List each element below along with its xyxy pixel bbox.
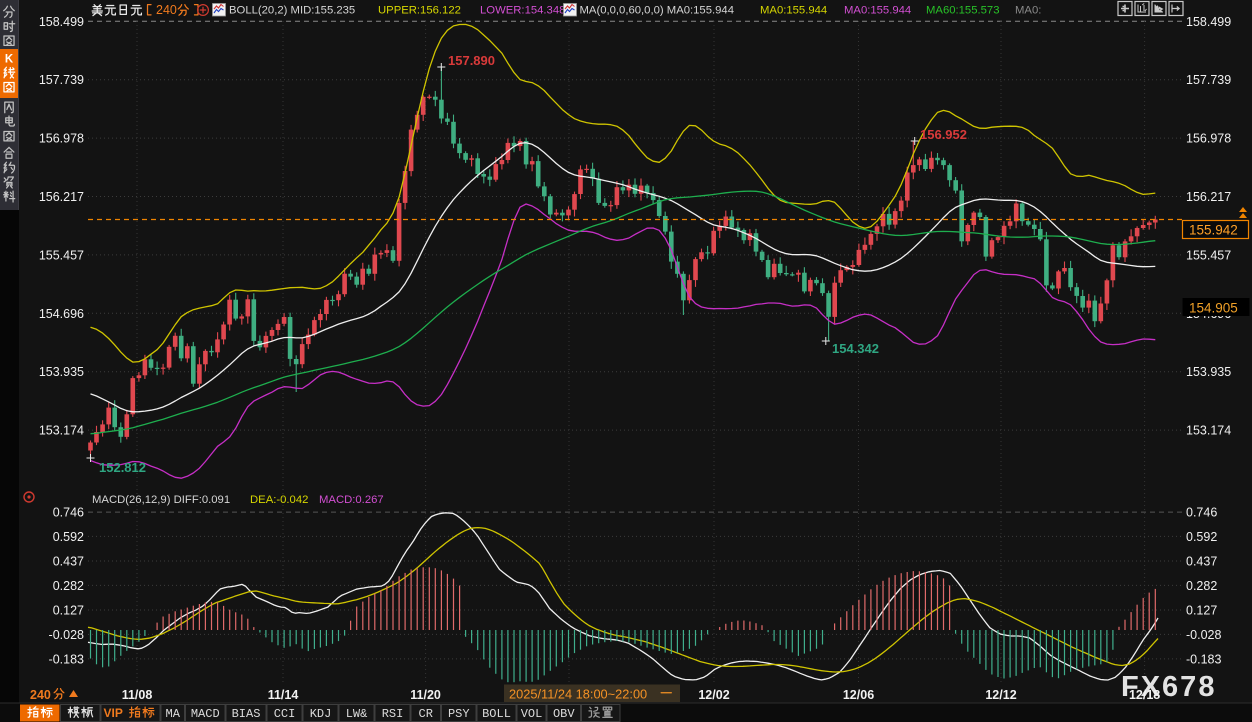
svg-text:12/02: 12/02	[698, 688, 729, 702]
svg-text:154.905: 154.905	[1189, 301, 1238, 316]
svg-text:156.217: 156.217	[39, 190, 84, 204]
svg-text:0.282: 0.282	[1186, 579, 1217, 593]
svg-text:157.890: 157.890	[448, 53, 495, 68]
svg-text:OBV: OBV	[553, 707, 575, 721]
svg-text:153.174: 153.174	[39, 424, 84, 438]
svg-text:MA0:155.944: MA0:155.944	[760, 5, 827, 17]
svg-text:154.696: 154.696	[39, 307, 84, 321]
svg-text:240: 240	[156, 3, 177, 17]
svg-text:2025/11/24 18:00~22:00: 2025/11/24 18:00~22:00	[509, 687, 647, 702]
svg-text:154.342: 154.342	[832, 341, 879, 356]
svg-text:152.812: 152.812	[99, 460, 146, 475]
svg-text:12/18: 12/18	[1129, 688, 1160, 702]
svg-text:0.282: 0.282	[53, 579, 84, 593]
svg-text:LOWER:154.348: LOWER:154.348	[480, 5, 565, 17]
svg-text:0.746: 0.746	[1186, 506, 1217, 520]
svg-text:VIP: VIP	[104, 706, 123, 720]
svg-text:LW&: LW&	[346, 707, 368, 721]
svg-text:DEA:-0.042: DEA:-0.042	[250, 494, 308, 506]
svg-text:156.978: 156.978	[39, 132, 84, 146]
svg-text:-0.028: -0.028	[1186, 628, 1221, 642]
svg-text:155.942: 155.942	[1189, 223, 1238, 238]
svg-text:0.437: 0.437	[1186, 555, 1217, 569]
svg-text:158.499: 158.499	[1186, 15, 1231, 29]
svg-text:156.952: 156.952	[920, 127, 967, 142]
svg-text:0.127: 0.127	[1186, 604, 1217, 618]
svg-text:MACD:0.267: MACD:0.267	[319, 494, 384, 506]
svg-text:K: K	[5, 54, 14, 66]
svg-text:MA: MA	[166, 707, 181, 721]
svg-text:-0.028: -0.028	[49, 628, 84, 642]
svg-text:BOLL(20,2) MID:155.235: BOLL(20,2) MID:155.235	[229, 5, 355, 17]
svg-text:0.592: 0.592	[1186, 530, 1217, 544]
svg-text:-0.183: -0.183	[49, 652, 84, 666]
svg-text:11/08: 11/08	[122, 688, 153, 702]
svg-text:156.217: 156.217	[1186, 190, 1231, 204]
svg-text:158.499: 158.499	[39, 15, 84, 29]
svg-text:0.746: 0.746	[53, 506, 84, 520]
svg-text:MA(0,0,0,60,0,0) MA0:155.944: MA(0,0,0,60,0,0) MA0:155.944	[580, 5, 734, 17]
svg-text:MACD: MACD	[191, 707, 220, 721]
svg-text:BIAS: BIAS	[232, 707, 261, 721]
svg-text:PSY: PSY	[448, 707, 470, 721]
svg-text:240: 240	[30, 688, 51, 702]
svg-text:155.457: 155.457	[39, 248, 84, 262]
svg-text:MA0:: MA0:	[1015, 5, 1041, 17]
svg-text:UPPER:156.122: UPPER:156.122	[378, 5, 461, 17]
svg-text:12/06: 12/06	[843, 688, 874, 702]
svg-text:153.935: 153.935	[1186, 365, 1231, 379]
svg-text:-0.183: -0.183	[1186, 652, 1221, 666]
svg-text:12/12: 12/12	[985, 688, 1016, 702]
svg-text:MA60:155.573: MA60:155.573	[926, 5, 1000, 17]
svg-text:157.739: 157.739	[1186, 73, 1231, 87]
svg-text:VOL: VOL	[521, 707, 543, 721]
svg-text:KDJ: KDJ	[310, 707, 332, 721]
svg-text:BOLL: BOLL	[482, 707, 511, 721]
svg-text:153.174: 153.174	[1186, 424, 1231, 438]
svg-text:CR: CR	[419, 707, 433, 721]
svg-text:153.935: 153.935	[39, 365, 84, 379]
svg-text:155.457: 155.457	[1186, 248, 1231, 262]
svg-text:0.437: 0.437	[53, 555, 84, 569]
svg-text:157.739: 157.739	[39, 73, 84, 87]
svg-text:MACD(26,12,9) DIFF:0.091: MACD(26,12,9) DIFF:0.091	[92, 494, 230, 506]
svg-text:CCI: CCI	[274, 707, 296, 721]
svg-text:11/14: 11/14	[268, 688, 299, 702]
svg-text:0.127: 0.127	[53, 604, 84, 618]
svg-text:MA0:155.944: MA0:155.944	[844, 5, 911, 17]
svg-text:0.592: 0.592	[53, 530, 84, 544]
svg-text:11/20: 11/20	[410, 688, 441, 702]
svg-text:156.978: 156.978	[1186, 132, 1231, 146]
svg-text:RSI: RSI	[382, 707, 404, 721]
